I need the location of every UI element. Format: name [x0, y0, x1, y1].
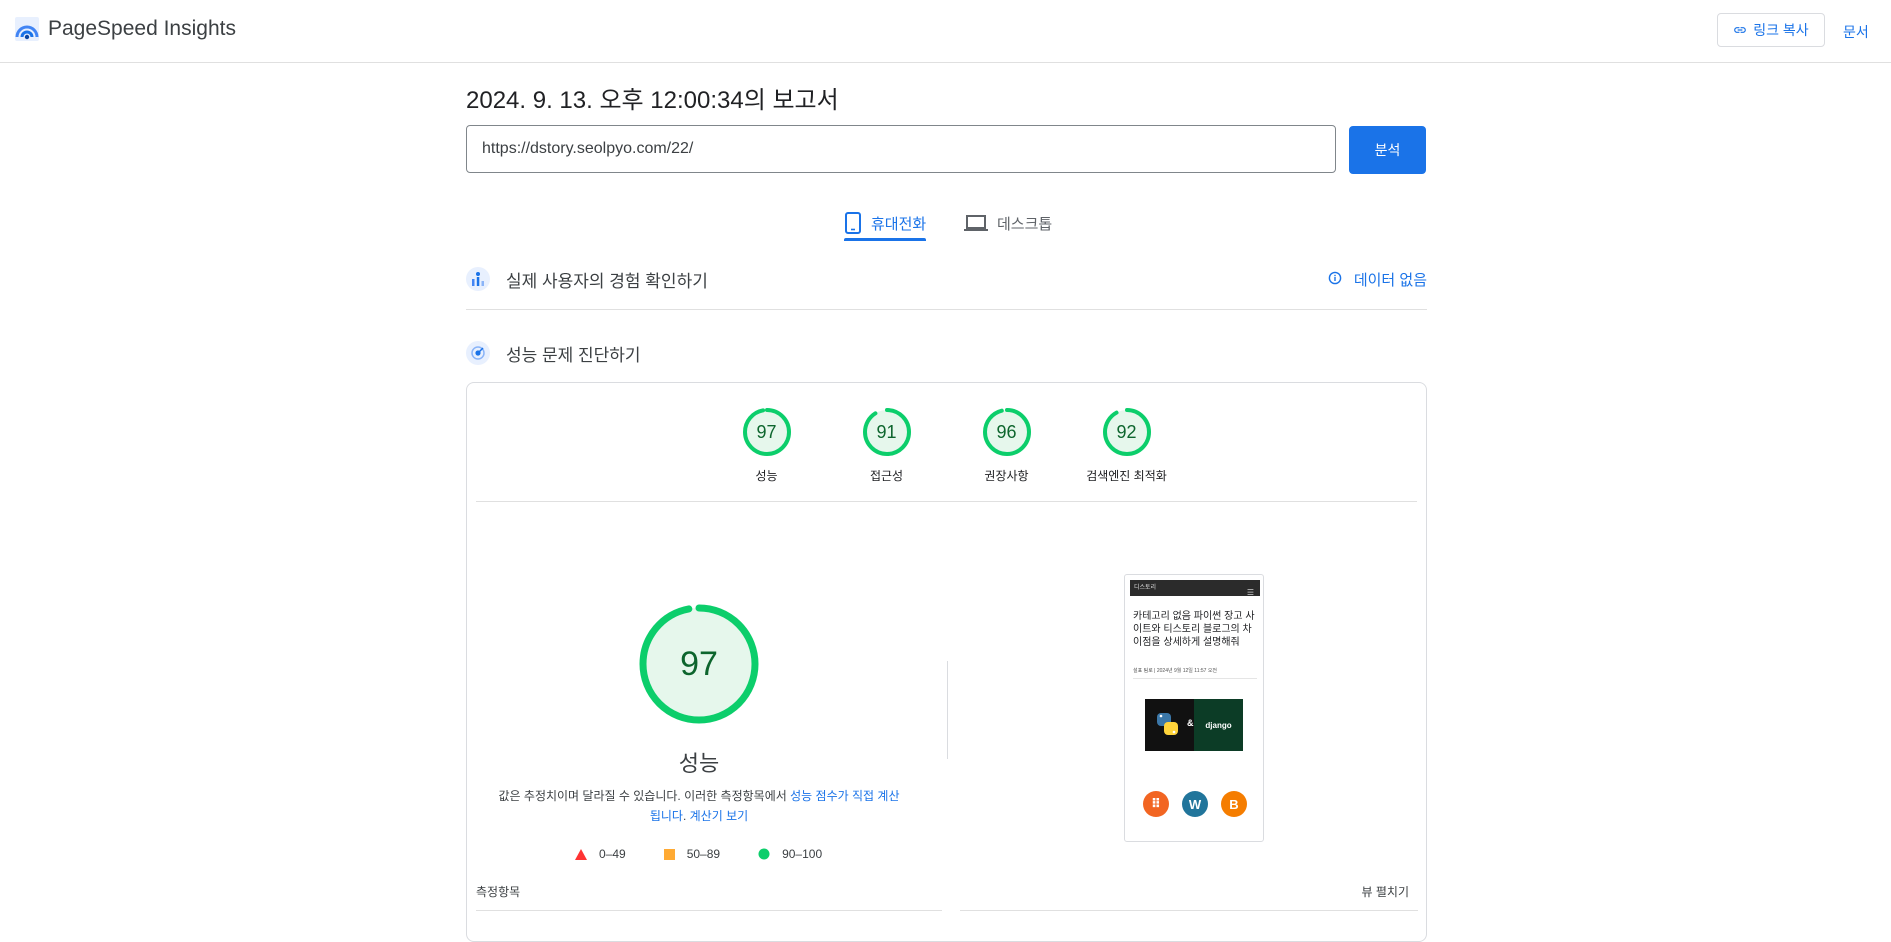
copy-link-label: 링크 복사: [1753, 22, 1809, 38]
tab-desktop[interactable]: 데스크톱: [964, 205, 1052, 241]
score-legend: 0–49 50–89 90–100: [575, 847, 860, 861]
legend-fail-range: 0–49: [599, 847, 626, 861]
metrics-divider-right: [960, 910, 1418, 911]
screenshot-platform-icons: ⠿ W B: [1143, 791, 1247, 817]
screenshot-divider: [1133, 678, 1257, 679]
screenshot-site-header: 디스토리 ☰: [1130, 580, 1260, 597]
square-icon: [663, 848, 675, 860]
category-gauges: 97 성능 91 접근성 96 권장사항 92 검색엔진 최적화: [467, 407, 1426, 484]
performance-gauge: 97: [637, 602, 761, 726]
field-data-section[interactable]: 실제 사용자의 경험 확인하기 데이터 없음: [466, 264, 1427, 294]
legend-average-range: 50–89: [686, 847, 721, 861]
gauge-label: 성능: [755, 469, 778, 483]
gauge-label: 권장사항: [984, 469, 1029, 483]
circle-icon: [758, 848, 770, 860]
gauge-performance[interactable]: 97 성능: [707, 407, 827, 484]
score-note: 값은 추정치이며 달라질 수 있습니다. 이러한 측정항목에서 성능 점수가 직…: [497, 786, 901, 826]
copy-link-button[interactable]: 링크 복사: [1717, 13, 1825, 47]
triangle-icon: [575, 848, 587, 860]
url-input[interactable]: [466, 125, 1336, 173]
screenshot-ampersand: &: [1187, 718, 1194, 728]
blogger-icon: B: [1221, 791, 1247, 817]
field-data-title: 실제 사용자의 경험 확인하기: [506, 271, 708, 291]
no-data-status[interactable]: 데이터 없음: [1328, 269, 1427, 290]
brand[interactable]: PageSpeed Insights: [14, 16, 236, 42]
gauge-accessibility[interactable]: 91 접근성: [827, 407, 947, 484]
top-app-bar: PageSpeed Insights 링크 복사 문서: [0, 0, 1891, 63]
legend-pass-range: 90–100: [782, 847, 823, 861]
calculator-link[interactable]: 계산기 보기: [690, 809, 749, 823]
report-title: 2024. 9. 13. 오후 12:00:34의 보고서: [466, 87, 839, 114]
gauge-circle: 96: [982, 407, 1032, 457]
legend-fail: 0–49: [575, 847, 626, 861]
gauge-best-practices[interactable]: 96 권장사항: [947, 407, 1067, 484]
diagnostics-title: 성능 문제 진단하기: [506, 345, 641, 365]
final-screenshot[interactable]: 디스토리 ☰ 카테고리 없음 파이썬 장고 사이트와 티스토리 블로그의 차이점…: [1124, 574, 1264, 842]
gauge-circle: 97: [742, 407, 792, 457]
tab-mobile[interactable]: 휴대전화: [844, 205, 927, 241]
vertical-divider: [947, 661, 948, 759]
expand-view-toggle[interactable]: 뷰 펼치기: [1362, 883, 1410, 900]
gauge-score: 92: [1116, 422, 1137, 442]
gauge-score: 97: [756, 422, 777, 442]
hamburger-icon: ☰: [1246, 588, 1254, 597]
info-icon: [1328, 271, 1342, 289]
no-data-label: 데이터 없음: [1353, 272, 1427, 289]
metrics-heading: 측정항목: [476, 885, 521, 899]
screenshot-post-title: 카테고리 없음 파이썬 장고 사이트와 티스토리 블로그의 차이점을 상세하게 …: [1133, 611, 1255, 648]
gauge-circle: 92: [1102, 407, 1152, 457]
laptop-icon: [964, 215, 988, 231]
diagnostics-section: 성능 문제 진단하기: [466, 338, 1427, 368]
app-title: PageSpeed Insights: [48, 17, 236, 40]
link-icon: [1734, 27, 1747, 33]
score-note-text: 값은 추정치이며 달라질 수 있습니다. 이러한 측정항목에서: [498, 789, 791, 803]
gauge-label: 접근성: [869, 469, 904, 483]
gauge-seo[interactable]: 92 검색엔진 최적화: [1067, 407, 1187, 484]
tab-mobile-label: 휴대전화: [871, 215, 927, 233]
results-card: 97 성능 91 접근성 96 권장사항 92 검색엔진 최적화 97 성능 값…: [466, 382, 1427, 942]
note-separator: .: [682, 809, 690, 823]
metrics-divider-left: [476, 910, 942, 911]
card-divider: [476, 501, 1417, 502]
django-logo: django: [1194, 699, 1243, 751]
smartphone-icon: [845, 212, 861, 234]
diagnose-icon: [466, 341, 490, 365]
screenshot-post-meta: 설표 팀로 | 2024년 9월 12일 11:57 오전: [1133, 668, 1218, 674]
pagespeed-logo-icon: [15, 17, 39, 41]
tistory-icon: ⠿: [1143, 791, 1169, 817]
legend-average: 50–89: [663, 847, 721, 861]
gauge-score: 96: [996, 422, 1017, 442]
performance-label: 성능: [678, 751, 720, 776]
gauge-score: 91: [876, 422, 897, 442]
gauge-label: 검색엔진 최적화: [1086, 469, 1167, 483]
analyze-button[interactable]: 분석: [1349, 126, 1426, 174]
tab-desktop-label: 데스크톱: [997, 215, 1053, 233]
gauge-circle: 91: [862, 407, 912, 457]
section-divider: [466, 309, 1427, 310]
wordpress-icon: W: [1182, 791, 1208, 817]
docs-link[interactable]: 문서: [1843, 22, 1869, 42]
field-data-icon: [466, 267, 490, 291]
performance-score: 97: [680, 645, 718, 683]
screenshot-post-image: & django: [1145, 699, 1243, 751]
screenshot-site-name: 디스토리: [1134, 585, 1157, 591]
legend-pass: 90–100: [758, 847, 822, 861]
